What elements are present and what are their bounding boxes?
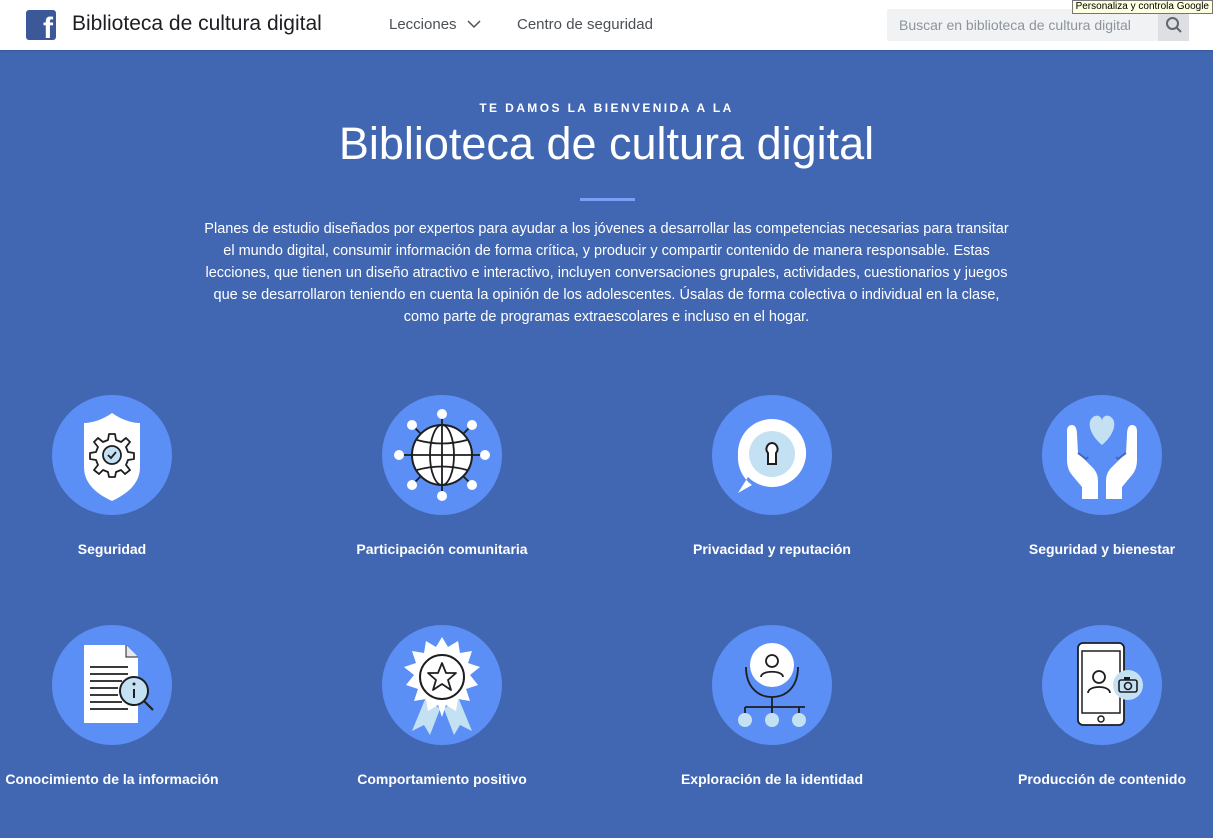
topic-card-bienestar[interactable]: Seguridad y bienestar bbox=[937, 395, 1213, 557]
topic-circle bbox=[712, 625, 832, 745]
star-badge-icon bbox=[404, 637, 480, 735]
person-tree-icon bbox=[738, 643, 806, 727]
topic-label: Producción de contenido bbox=[1017, 771, 1186, 787]
topic-circle bbox=[1042, 395, 1162, 515]
shield-gear-icon bbox=[84, 413, 140, 501]
topic-label: Comportamiento positivo bbox=[357, 771, 527, 787]
topic-card-identidad[interactable]: Exploración de la identidad bbox=[607, 625, 937, 787]
topic-label: Seguridad bbox=[77, 541, 147, 557]
document-magnifier-icon bbox=[84, 645, 154, 723]
topic-circle bbox=[382, 625, 502, 745]
topic-label: Exploración de la identidad bbox=[680, 771, 864, 787]
topic-circle bbox=[712, 395, 832, 515]
topic-label: Seguridad y bienestar bbox=[1028, 541, 1176, 557]
topic-label: Participación comunitaria bbox=[356, 541, 528, 557]
globe-network-icon bbox=[394, 409, 490, 501]
topic-card-comportamiento[interactable]: Comportamiento positivo bbox=[277, 625, 607, 787]
topic-label: Privacidad y reputación bbox=[693, 541, 851, 557]
topic-card-participacion[interactable]: Participación comunitaria bbox=[277, 395, 607, 557]
topic-card-conocimiento[interactable]: Conocimiento de la información bbox=[0, 625, 277, 787]
topic-circle bbox=[382, 395, 502, 515]
hands-heart-icon bbox=[1067, 415, 1137, 499]
topic-circle bbox=[52, 625, 172, 745]
topic-card-produccion[interactable]: Producción de contenido bbox=[937, 625, 1213, 787]
topics-grid: Seguridad Participación comunitaria Priv… bbox=[0, 0, 1213, 838]
phone-camera-icon bbox=[1077, 642, 1143, 726]
topic-card-privacidad[interactable]: Privacidad y reputación bbox=[607, 395, 937, 557]
topic-circle bbox=[52, 395, 172, 515]
topic-label: Conocimiento de la información bbox=[5, 771, 219, 787]
topic-circle bbox=[1042, 625, 1162, 745]
keyhole-bubble-icon bbox=[737, 418, 807, 493]
topic-card-seguridad[interactable]: Seguridad bbox=[0, 395, 277, 557]
